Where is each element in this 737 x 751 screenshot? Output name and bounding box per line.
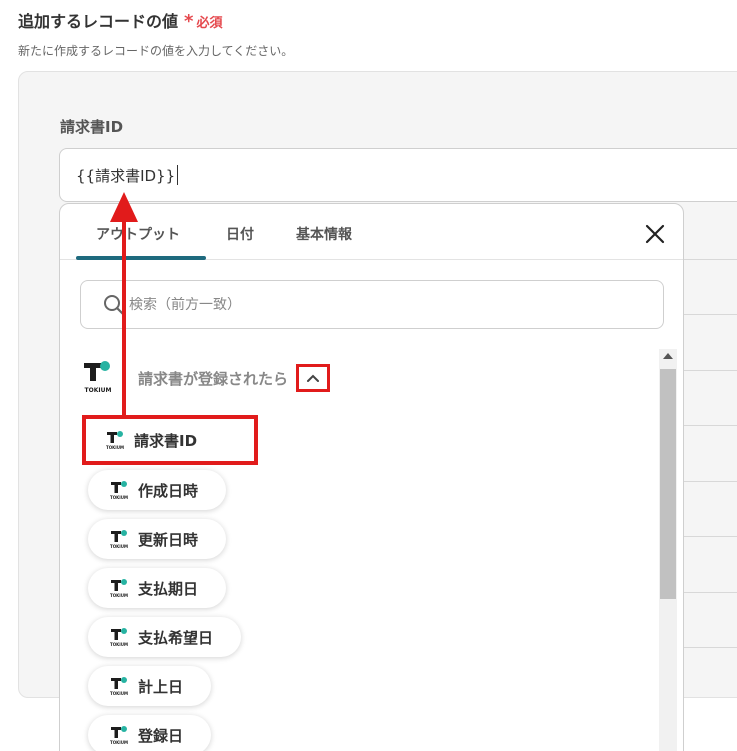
row-divider [683, 370, 737, 371]
tokium-logo-icon: TOKIUM [110, 628, 128, 647]
search-input[interactable] [129, 296, 529, 313]
scroll-up-arrow-icon[interactable] [663, 353, 673, 359]
tab-bar: アウトプット 日付 基本情報 [60, 204, 683, 260]
svg-text:TOKIUM: TOKIUM [110, 544, 128, 549]
row-divider [683, 314, 737, 315]
output-dropdown: アウトプット 日付 基本情報 TOKIUM 請求書が登録されたら TOKIUM … [59, 203, 684, 751]
section-title-text: 追加するレコードの値 [18, 12, 179, 31]
svg-text:TOKIUM: TOKIUM [110, 593, 128, 598]
chevron-up-icon [307, 374, 320, 382]
required-text: 必須 [196, 16, 223, 31]
output-item-label: 登録日 [138, 726, 184, 745]
tokium-logo-icon: TOKIUM [106, 431, 124, 450]
output-item-desired-payment-date[interactable]: TOKIUM 支払希望日 [88, 617, 242, 657]
close-icon[interactable] [643, 222, 667, 246]
active-tab-indicator [76, 256, 206, 260]
tokium-logo-icon: TOKIUM [110, 579, 128, 598]
output-item-created-at[interactable]: TOKIUM 作成日時 [88, 470, 227, 510]
collapse-button[interactable] [296, 364, 331, 392]
output-item-label: 作成日時 [138, 481, 199, 500]
output-item-invoice-id[interactable]: TOKIUM 請求書ID [82, 415, 258, 465]
svg-text:TOKIUM: TOKIUM [110, 691, 128, 696]
section-description: 新たに作成するレコードの値を入力してください。 [18, 44, 294, 58]
tokium-logo-icon: TOKIUM [84, 361, 112, 394]
tab-basic-info[interactable]: 基本情報 [296, 224, 352, 244]
output-item-label: 請求書ID [134, 431, 198, 450]
row-divider [683, 536, 737, 537]
svg-text:TOKIUM: TOKIUM [110, 642, 128, 647]
output-item-registration-date[interactable]: TOKIUM 登録日 [88, 715, 212, 751]
dropdown-scrollbar[interactable] [659, 349, 677, 751]
tokium-logo-icon: TOKIUM [110, 481, 128, 500]
row-divider [683, 259, 737, 260]
svg-text:TOKIUM: TOKIUM [106, 445, 124, 450]
svg-text:TOKIUM: TOKIUM [110, 495, 128, 500]
search-icon [104, 294, 125, 315]
output-item-label: 更新日時 [138, 530, 199, 549]
row-divider [683, 481, 737, 482]
tokium-logo-icon: TOKIUM [110, 726, 128, 745]
output-item-updated-at[interactable]: TOKIUM 更新日時 [88, 519, 227, 559]
output-item-label: 支払期日 [138, 579, 199, 598]
field-label: 請求書ID [60, 118, 124, 136]
tokium-logo-icon: TOKIUM [110, 677, 128, 696]
output-item-posting-date[interactable]: TOKIUM 計上日 [88, 666, 212, 706]
svg-text:TOKIUM: TOKIUM [110, 740, 128, 745]
output-item-label: 支払希望日 [138, 628, 214, 647]
output-item-due-date[interactable]: TOKIUM 支払期日 [88, 568, 227, 608]
output-item-label: 計上日 [138, 677, 184, 696]
text-caret [177, 165, 179, 185]
svg-text:TOKIUM: TOKIUM [85, 387, 112, 394]
group-title: 請求書が登録されたら [138, 369, 289, 388]
search-field[interactable] [80, 280, 664, 329]
record-value-input[interactable]: {{請求書ID}} [59, 148, 737, 202]
row-divider [683, 592, 737, 593]
row-divider [683, 647, 737, 648]
record-value-text: {{請求書ID}} [76, 166, 176, 185]
section-title: 追加するレコードの値 * 必須 [18, 8, 222, 32]
required-mark: * [184, 11, 194, 32]
scroll-thumb[interactable] [660, 369, 676, 599]
tab-date[interactable]: 日付 [226, 224, 254, 244]
trigger-group-header: TOKIUM 請求書が登録されたら [82, 360, 331, 396]
tab-output[interactable]: アウトプット [96, 224, 180, 244]
row-divider [683, 425, 737, 426]
tokium-logo-icon: TOKIUM [110, 530, 128, 549]
